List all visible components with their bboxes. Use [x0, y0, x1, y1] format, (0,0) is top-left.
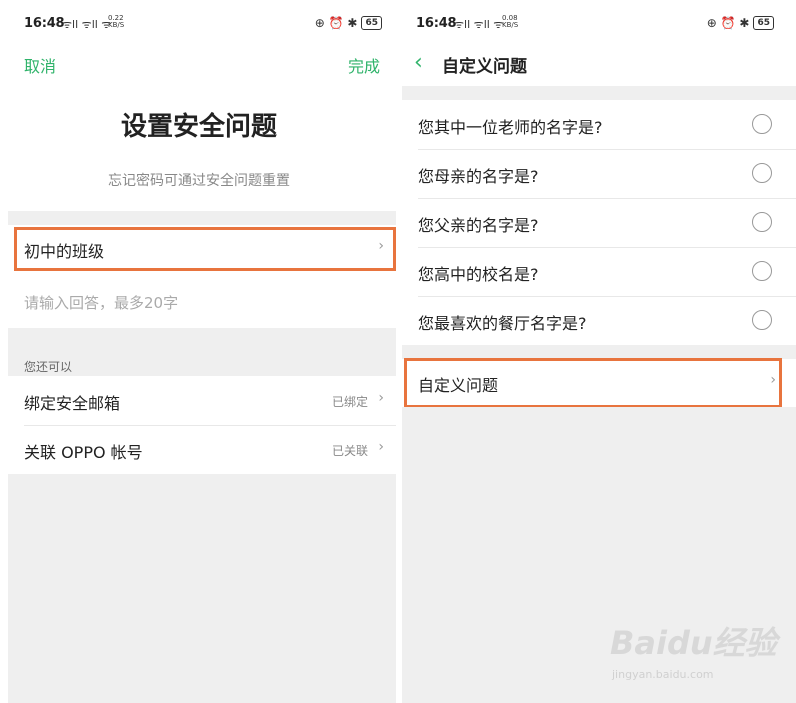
watermark-logo: Baidu经验 [610, 624, 777, 662]
right-phone-screen: 16:48 ᯤll ᯤll ᯤ 0.08 KB/S ⊕ ⏰ ✱ 65 ‹ 自定义… [398, 0, 796, 703]
done-button[interactable]: 完成 [348, 53, 380, 77]
highlight-box [14, 227, 396, 271]
radio-button-icon[interactable] [752, 114, 772, 134]
section-divider [400, 86, 796, 100]
link-oppo-row[interactable]: 关联 OPPO 帐号 已关联 › [8, 426, 398, 474]
link-oppo-status: 已关联 [331, 444, 368, 458]
question-option[interactable]: 您最喜欢的餐厅名字是? [400, 297, 796, 345]
question-label: 您最喜欢的餐厅名字是? [418, 314, 587, 333]
chevron-right-icon: › [378, 439, 384, 455]
page-title: 自定义问题 [442, 57, 527, 77]
battery-icon: 65 [753, 16, 774, 30]
status-time: 16:48 [24, 16, 65, 31]
left-phone-screen: 16:48 ᯤll ᯤll ᯤ 0.22 KB/S ⊕ ⏰ ✱ 65 取消 完成… [0, 0, 398, 703]
question-option[interactable]: 您母亲的名字是? [400, 150, 796, 198]
section-divider [8, 211, 398, 225]
question-label: 您母亲的名字是? [418, 167, 539, 186]
bind-email-row[interactable]: 绑定安全邮箱 已绑定 › [8, 377, 398, 425]
status-time: 16:48 [416, 16, 457, 31]
watermark-url: jingyan.baidu.com [612, 668, 714, 681]
radio-button-icon[interactable] [752, 163, 772, 183]
answer-input[interactable]: 请输入回答，最多20字 [24, 292, 178, 313]
alarm-icon: ⊕ ⏰ ✱ [706, 16, 750, 30]
question-option[interactable]: 您其中一位老师的名字是? [400, 101, 796, 149]
status-bar: 16:48 ᯤll ᯤll ᯤ 0.22 KB/S ⊕ ⏰ ✱ 65 [0, 14, 398, 36]
back-arrow-icon[interactable]: ‹ [414, 50, 423, 75]
screen-divider [396, 0, 402, 703]
battery-icon: 65 [361, 16, 382, 30]
bind-email-label: 绑定安全邮箱 [24, 394, 121, 413]
status-right-icons: ⊕ ⏰ ✱ 65 [315, 16, 382, 30]
section-divider [400, 345, 796, 359]
chevron-right-icon: › [378, 390, 384, 406]
net-speed: 0.08 KB/S [502, 14, 519, 29]
status-right-icons: ⊕ ⏰ ✱ 65 [707, 16, 774, 30]
bind-email-status: 已绑定 [331, 395, 368, 409]
question-option[interactable]: 您高中的校名是? [400, 248, 796, 296]
question-label: 您其中一位老师的名字是? [418, 118, 603, 137]
net-speed: 0.22 KB/S [108, 14, 125, 29]
page-subtitle: 忘记密码可通过安全问题重置 [108, 173, 290, 189]
link-oppo-label: 关联 OPPO 帐号 [24, 443, 143, 462]
highlight-box [404, 358, 782, 408]
empty-area [8, 474, 398, 703]
question-label: 您父亲的名字是? [418, 216, 539, 235]
status-bar: 16:48 ᯤll ᯤll ᯤ 0.08 KB/S ⊕ ⏰ ✱ 65 [398, 14, 796, 36]
cancel-button[interactable]: 取消 [24, 53, 56, 77]
signal-icon: ᯤll ᯤll ᯤ [454, 18, 504, 31]
signal-icon: ᯤll ᯤll ᯤ [62, 18, 112, 31]
radio-button-icon[interactable] [752, 310, 772, 330]
alarm-icon: ⊕ ⏰ ✱ [314, 16, 358, 30]
page-title: 设置安全问题 [120, 112, 277, 142]
radio-button-icon[interactable] [752, 212, 772, 232]
question-option[interactable]: 您父亲的名字是? [400, 199, 796, 247]
section-label: 您还可以 [24, 360, 73, 374]
radio-button-icon[interactable] [752, 261, 772, 281]
question-label: 您高中的校名是? [418, 265, 539, 284]
